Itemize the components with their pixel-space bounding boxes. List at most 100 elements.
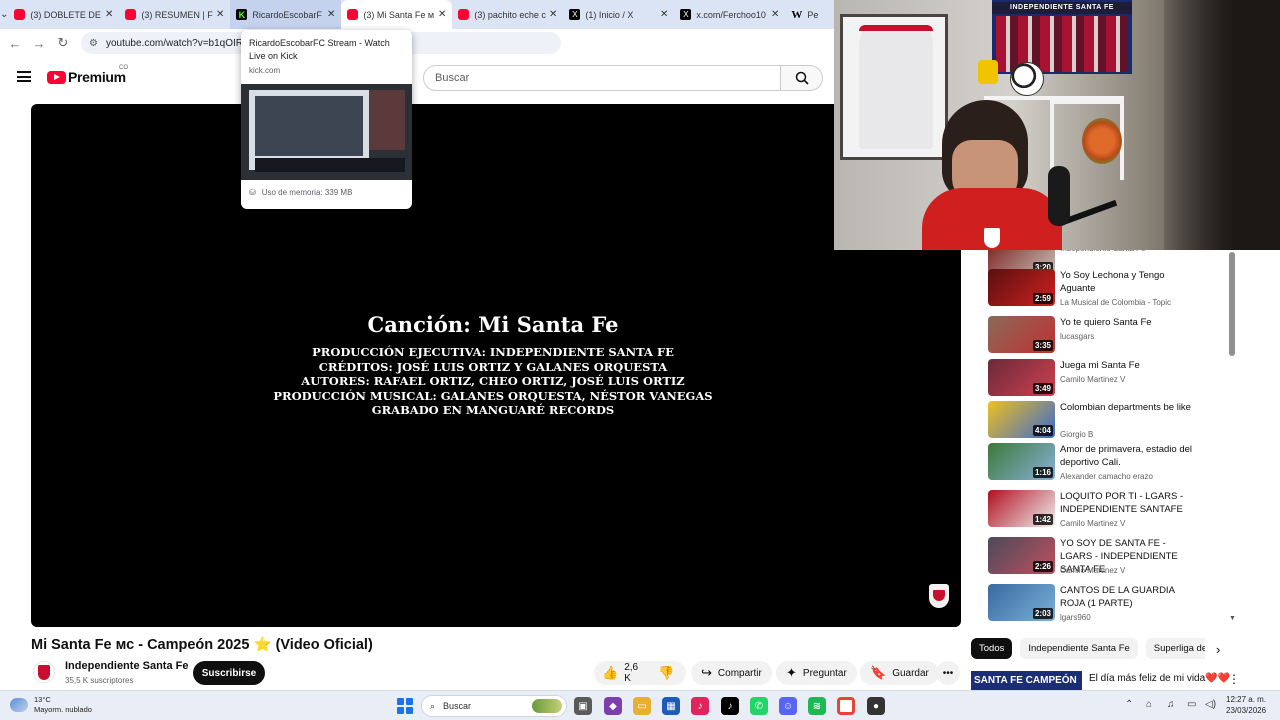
windows-start-icon[interactable] — [397, 698, 413, 714]
close-icon[interactable]: ✕ — [105, 9, 113, 20]
channel-name[interactable]: Independiente Santa Fe — [65, 660, 188, 672]
close-icon[interactable]: ✕ — [327, 9, 335, 20]
browser-tab[interactable]: (3) Mi Santa Fe м ✕ — [341, 0, 453, 29]
recommendation-title[interactable]: CANTOS DE LA GUARDIA ROJA (1 PARTE) — [1060, 584, 1200, 610]
recommendation-title[interactable]: Amor de primavera, estadio del deportivo… — [1060, 443, 1200, 469]
tray-overflow-icon[interactable]: ⌃ — [1125, 699, 1133, 710]
next-rec-thumbnail[interactable]: SANTA FE CAMPEÓN — [971, 671, 1082, 690]
recommendation-item[interactable]: 3:35 Yo te quiero Santa Fe lucasgars — [988, 316, 1232, 360]
close-icon[interactable]: ✕ — [438, 9, 446, 20]
thumbs-up-icon: 👍 — [602, 665, 619, 680]
recommendation-title[interactable]: Juega mi Santa Fe — [1060, 359, 1200, 372]
recommendation-item[interactable]: 1:42 LOQUITO POR TI - LGARS - INDEPENDIEN… — [988, 490, 1232, 534]
recommendation-item[interactable]: 2:03 CANTOS DE LA GUARDIA ROJA (1 PARTE) l… — [988, 584, 1232, 622]
video-player[interactable]: Canción: Mi Santa Fe PRODUCCIÓN EJECUTIV… — [31, 104, 961, 627]
close-icon[interactable]: ✕ — [771, 9, 779, 20]
site-settings-icon[interactable]: ⚙ — [89, 38, 98, 49]
recommendation-thumbnail[interactable]: 1:42 — [988, 490, 1055, 527]
tab-title: (3) pachito eche c — [474, 9, 546, 20]
file-explorer-icon[interactable]: ▭ — [633, 697, 651, 715]
recommendation-channel: Alexander camacho erazo — [1060, 472, 1153, 481]
ask-button[interactable]: ✦ Preguntar — [776, 661, 857, 685]
filter-chip[interactable]: Todos — [971, 638, 1013, 659]
recommendation-item[interactable]: 2:26 YO SOY DE SANTA FE - LGARS - INDEPEN… — [988, 537, 1232, 581]
spotify-icon[interactable]: ≋ — [808, 697, 826, 715]
filter-chip[interactable]: Independiente Santa Fe — [1020, 638, 1138, 659]
chevron-right-icon[interactable]: › — [1216, 642, 1220, 657]
browser-tab[interactable]: Xx.com/Ferchoo10 ✕ — [674, 0, 785, 29]
filter-chip[interactable]: Superliga de C — [1145, 638, 1205, 659]
browser-tab[interactable]: (3) DOBLETE DE C ✕ — [8, 0, 119, 29]
more-vertical-icon[interactable]: ⋮ — [1228, 672, 1240, 686]
subscribe-button[interactable]: Suscribirse — [193, 661, 265, 685]
weather-widget[interactable]: 13°C Mayorm. nublado — [10, 695, 92, 715]
youtube-header: Premium CO Buscar — [0, 57, 834, 101]
recommendation-item[interactable]: 2:59 Yo Soy Lechona y Tengo Aguante La Mus… — [988, 269, 1232, 313]
obs-icon[interactable]: ● — [867, 697, 885, 715]
task-view-icon[interactable]: ▣ — [574, 697, 592, 715]
close-icon[interactable]: ✕ — [660, 9, 668, 20]
chrome-icon[interactable] — [837, 697, 855, 715]
sidebar-scrollbar[interactable] — [1229, 252, 1235, 356]
network-icon[interactable]: ⌂ — [1146, 699, 1152, 710]
tiktok-icon[interactable]: ♪ — [721, 697, 739, 715]
next-rec-title[interactable]: El día más feliz de mi vida❤️❤️ — [1089, 673, 1230, 684]
recommendation-thumbnail[interactable]: 2:03 — [988, 584, 1055, 621]
browser-tab[interactable]: X (1) Inicio / X ✕ — [563, 0, 674, 29]
browser-tab[interactable]: (3) RESUMEN | FC ✕ — [119, 0, 230, 29]
screen: ⌄ (3) DOBLETE DE C ✕ (3) RESUMEN | FC ✕ K Ric… — [0, 0, 1280, 720]
search-button[interactable] — [781, 65, 823, 91]
store-icon[interactable]: ▦ — [662, 697, 680, 715]
whatsapp-icon[interactable]: ✆ — [750, 697, 768, 715]
browser-tab[interactable]: W Pe — [785, 0, 835, 29]
close-icon[interactable]: ✕ — [216, 9, 224, 20]
more-actions-button[interactable]: ••• — [936, 661, 960, 685]
recommendation-channel: lgars960 — [1060, 613, 1091, 622]
recommendation-item[interactable]: 4:04 Colombian departments be like Giorgio… — [988, 401, 1232, 445]
recommendation-thumbnail[interactable]: 2:26 — [988, 537, 1055, 574]
browser-tab[interactable]: K RicardoEscobarF ✕ — [230, 0, 342, 29]
youtube-icon — [347, 9, 359, 20]
menu-icon[interactable] — [17, 71, 31, 82]
browser-tab[interactable]: (3) pachito eche c ✕ — [452, 0, 563, 29]
youtube-logo[interactable]: Premium CO — [47, 65, 128, 85]
taskbar-search[interactable]: ⌕ Buscar — [421, 695, 567, 717]
recommendation-item[interactable]: 1:16 Amor de primavera, estadio del depor… — [988, 443, 1232, 487]
display-icon[interactable]: ▭ — [1187, 699, 1196, 710]
copilot-icon[interactable]: ◆ — [604, 697, 622, 715]
close-icon[interactable]: ✕ — [549, 9, 557, 20]
recommendation-title[interactable]: Yo Soy Lechona y Tengo Aguante — [1060, 269, 1200, 295]
recommendation-title[interactable]: LOQUITO POR TI - LGARS - INDEPENDIENTE S… — [1060, 490, 1200, 516]
like-button[interactable]: 👍 2,6 K 👎 — [594, 661, 686, 685]
video-duration: 2:59 — [1032, 293, 1053, 304]
recommendation-item[interactable]: 3:49 Juega mi Santa Fe Camilo Martinez V — [988, 359, 1232, 403]
recommendation-thumbnail[interactable]: 3:49 — [988, 359, 1055, 396]
back-icon[interactable]: ← — [3, 36, 27, 51]
recommendation-thumbnail[interactable]: 3:35 — [988, 316, 1055, 353]
discord-icon[interactable]: ☺ — [779, 697, 797, 715]
recommendation-title[interactable]: Colombian departments be like — [1060, 401, 1200, 414]
recommendation-thumbnail[interactable]: 1:16 — [988, 443, 1055, 480]
recommendation-thumbnail[interactable]: 2:59 — [988, 269, 1055, 306]
tab-search-dropdown[interactable]: ⌄ — [0, 0, 8, 29]
country-code: CO — [119, 65, 128, 71]
scroll-down-icon[interactable]: ▼ — [1229, 615, 1236, 622]
tab-title: Pe — [807, 9, 819, 20]
search-input[interactable]: Buscar — [423, 65, 781, 91]
microphone — [1048, 166, 1070, 226]
recommendation-thumbnail[interactable]: 4:04 — [988, 401, 1055, 438]
volume-icon[interactable]: ◁) — [1205, 699, 1216, 710]
thumbs-down-icon[interactable]: 👎 — [658, 665, 674, 681]
recommendation-channel: lucasgars — [1060, 332, 1095, 341]
clock-date: 23/03/2026 — [1226, 706, 1267, 715]
reload-icon[interactable]: ↻ — [51, 35, 75, 51]
tiktok-studio-icon[interactable]: ♪ — [691, 697, 709, 715]
system-clock[interactable]: 12:27 a. m. 23/03/2026 — [1226, 694, 1266, 716]
microphone-icon[interactable]: ♫ — [1167, 699, 1175, 710]
recommendation-title[interactable]: Yo te quiero Santa Fe — [1060, 316, 1200, 329]
channel-watermark[interactable] — [929, 584, 949, 608]
save-button[interactable]: 🔖 Guardar — [860, 661, 939, 685]
share-button[interactable]: ↪ Compartir — [691, 661, 772, 685]
forward-icon[interactable]: → — [27, 36, 51, 51]
channel-avatar[interactable] — [33, 661, 55, 683]
